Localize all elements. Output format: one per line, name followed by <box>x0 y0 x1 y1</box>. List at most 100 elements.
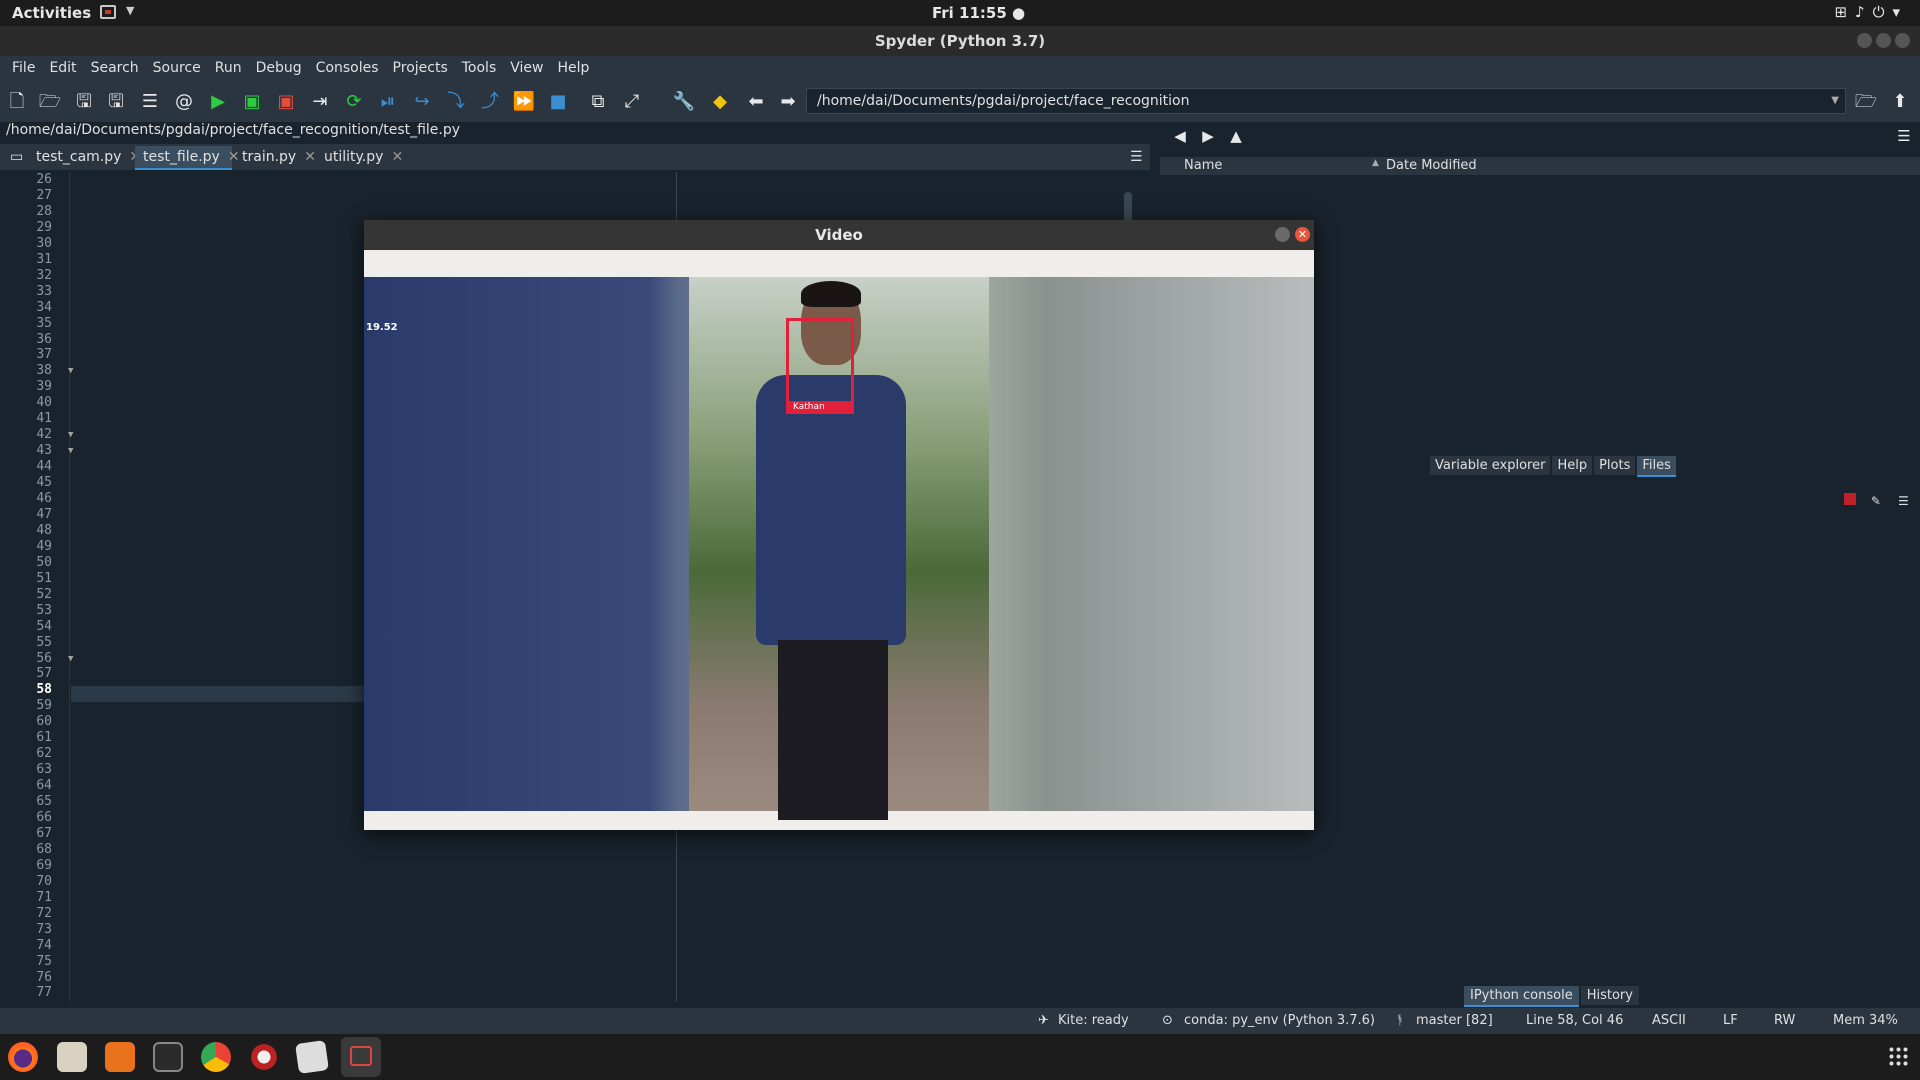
working-directory-input[interactable]: /home/dai/Documents/pgdai/project/face_r… <box>806 88 1846 114</box>
menu-source[interactable]: Source <box>146 56 208 76</box>
line-number: 41 <box>36 411 52 427</box>
maximize-button[interactable] <box>1876 33 1891 48</box>
up-icon[interactable]: ▲ <box>1224 124 1248 148</box>
run-selection-icon[interactable]: ⇥ <box>308 90 332 114</box>
line-number: 42 <box>36 427 52 443</box>
forward-icon[interactable]: ▶ <box>1196 124 1220 148</box>
run-icon[interactable]: ▶ <box>206 90 230 114</box>
app-menu-caret-icon[interactable]: ▼ <box>126 4 134 17</box>
video-window[interactable]: Video ✕ Kathan 19.52 <box>364 220 1314 830</box>
line-number: 34 <box>36 299 52 315</box>
line-number: 43 <box>36 443 52 459</box>
step-return-icon[interactable]: ⤴ <box>478 90 502 114</box>
preferences-wrench-icon[interactable]: 🔧 <box>672 90 696 114</box>
minimize-button[interactable] <box>1275 227 1290 242</box>
fold-toggle-icon[interactable]: ▼ <box>68 430 73 440</box>
parent-dir-icon[interactable]: ⬆ <box>1888 90 1912 114</box>
at-icon[interactable]: @ <box>172 90 196 114</box>
maximize-pane-icon[interactable]: ⧉ <box>586 90 610 114</box>
menu-debug[interactable]: Debug <box>249 56 309 76</box>
tab-train[interactable]: train.py ✕ <box>234 146 316 170</box>
kite-status: Kite: ready <box>1058 1013 1129 1028</box>
run-cell-advance-icon[interactable]: ▣ <box>274 90 298 114</box>
editor-options-icon[interactable]: ☰ <box>1122 146 1148 170</box>
spyder-icon[interactable] <box>249 1042 279 1072</box>
files-manager-icon[interactable] <box>57 1042 87 1072</box>
debug-icon[interactable]: ⏯ <box>376 90 400 114</box>
tab-utility[interactable]: utility.py ✕ <box>316 146 406 170</box>
firefox-icon[interactable] <box>8 1042 38 1072</box>
chevron-down-icon[interactable]: ▼ <box>1831 89 1839 113</box>
menu-view[interactable]: View <box>503 56 550 76</box>
step-into-icon[interactable]: ⤵ <box>444 90 468 114</box>
browse-tabs-icon[interactable]: ▭ <box>6 146 28 170</box>
menu-run[interactable]: Run <box>208 56 249 76</box>
editor-app-icon[interactable] <box>295 1040 329 1074</box>
video-window-icon[interactable] <box>341 1037 381 1077</box>
step-icon[interactable]: ↪ <box>410 90 434 114</box>
menu-file[interactable]: File <box>5 56 42 76</box>
close-button[interactable]: ✕ <box>1295 227 1310 242</box>
stop-debug-icon[interactable]: ■ <box>546 90 570 114</box>
activities-button[interactable]: Activities <box>12 4 91 22</box>
fullscreen-icon[interactable]: ⤢ <box>620 90 644 114</box>
close-window-button[interactable] <box>1895 33 1910 48</box>
fold-toggle-icon[interactable]: ▼ <box>68 366 73 376</box>
save-all-icon[interactable]: 🖫 <box>104 90 128 114</box>
face-label: Kathan <box>786 401 854 414</box>
pane-options-icon[interactable]: ☰ <box>1892 124 1916 148</box>
chrome-icon[interactable] <box>201 1042 231 1072</box>
fold-toggle-icon[interactable]: ▼ <box>68 446 73 456</box>
tab-ipython-console[interactable]: IPython console <box>1464 986 1579 1007</box>
open-file-icon[interactable]: 🗁 <box>38 90 62 114</box>
tab-plots[interactable]: Plots <box>1594 456 1636 475</box>
browse-folder-icon[interactable]: 🗁 <box>1854 90 1878 114</box>
app-grid-icon[interactable] <box>1888 1046 1908 1066</box>
fold-toggle-icon[interactable]: ▼ <box>68 654 73 664</box>
software-center-icon[interactable] <box>105 1042 135 1072</box>
line-number: 51 <box>36 570 52 586</box>
menu-projects[interactable]: Projects <box>386 56 455 76</box>
tab-label: test_file.py <box>143 149 220 165</box>
tab-files[interactable]: Files <box>1637 456 1676 477</box>
tab-history[interactable]: History <box>1580 986 1639 1005</box>
stop-icon[interactable] <box>1843 493 1856 505</box>
console-options-icon[interactable]: ☰ <box>1898 495 1910 507</box>
list-icon[interactable]: ☰ <box>138 90 162 114</box>
system-tray[interactable]: ⊞♪⏻▾ <box>1834 3 1908 21</box>
tab-help[interactable]: Help <box>1552 456 1593 475</box>
rerun-icon[interactable]: ⟳ <box>342 90 366 114</box>
cursor-position: Line 58, Col 46 <box>1526 1013 1624 1028</box>
close-icon[interactable]: ✕ <box>391 149 403 165</box>
line-number: 59 <box>36 698 52 714</box>
close-icon[interactable]: ✕ <box>304 149 316 165</box>
encoding: ASCII <box>1652 1013 1686 1028</box>
menu-search[interactable]: Search <box>84 56 146 76</box>
menu-edit[interactable]: Edit <box>42 56 83 76</box>
continue-icon[interactable]: ⏩ <box>512 90 536 114</box>
tab-test-file[interactable]: test_file.py ✕ <box>135 146 240 170</box>
menu-consoles[interactable]: Consoles <box>309 56 386 76</box>
save-icon[interactable]: 🖫 <box>72 90 96 114</box>
python-path-icon[interactable]: ◆ <box>708 90 732 114</box>
col-name[interactable]: Name <box>1184 158 1222 173</box>
col-date[interactable]: Date Modified <box>1386 158 1477 173</box>
back-arrow-icon[interactable]: ⬅ <box>744 90 768 114</box>
line-number: 27 <box>36 187 52 203</box>
terminal-icon[interactable] <box>153 1042 183 1072</box>
tab-test-cam[interactable]: test_cam.py✕ <box>28 146 141 170</box>
back-icon[interactable]: ◀ <box>1168 124 1192 148</box>
line-number: 65 <box>36 794 52 810</box>
minimize-button[interactable] <box>1857 33 1872 48</box>
forward-arrow-icon[interactable]: ➡ <box>776 90 800 114</box>
clock[interactable]: Fri 11:55 ● <box>932 4 1025 22</box>
menu-tools[interactable]: Tools <box>455 56 504 76</box>
menu-help[interactable]: Help <box>550 56 596 76</box>
clear-icon[interactable]: ✎ <box>1871 495 1883 507</box>
new-file-icon[interactable]: 🗋 <box>5 90 29 114</box>
app-indicator-icon[interactable] <box>100 5 116 19</box>
run-cell-icon[interactable]: ▣ <box>240 90 264 114</box>
eol-mode: LF <box>1723 1013 1738 1028</box>
tab-variable-explorer[interactable]: Variable explorer <box>1430 456 1551 475</box>
menu-bar: File Edit Search Source Run Debug Consoles Proj… <box>0 56 1920 82</box>
